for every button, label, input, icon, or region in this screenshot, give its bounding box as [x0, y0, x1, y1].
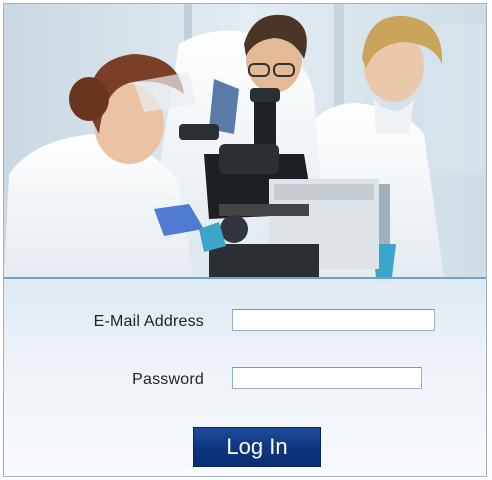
password-field[interactable] [232, 367, 422, 389]
login-button[interactable]: Log In [193, 427, 321, 467]
lab-scene-illustration [4, 4, 486, 277]
email-field[interactable] [232, 309, 435, 331]
hero-image [4, 4, 486, 279]
password-label: Password [132, 371, 204, 388]
email-label: E-Mail Address [93, 313, 204, 330]
